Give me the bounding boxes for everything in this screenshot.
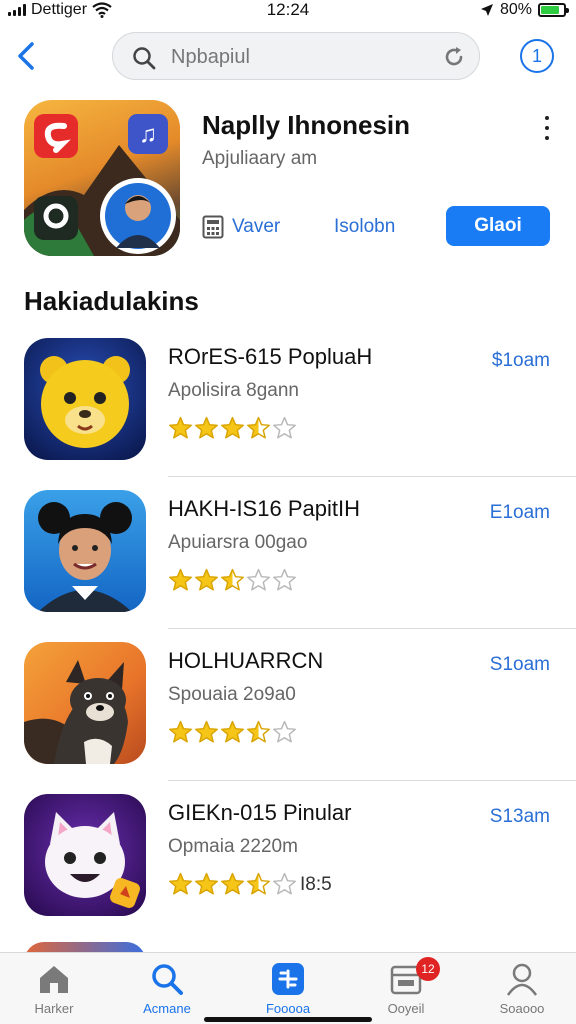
star-icon — [221, 872, 244, 895]
battery-percent: 80% — [499, 1, 532, 18]
star-icon — [195, 720, 218, 743]
star-rating — [168, 416, 297, 442]
star-icon — [273, 720, 296, 743]
star-icon — [195, 416, 218, 439]
star-icon — [195, 872, 218, 895]
search-field[interactable]: Npbapiul — [112, 32, 480, 80]
tab-updates[interactable]: 12 Ooyeil — [356, 957, 456, 1021]
reload-icon[interactable] — [441, 44, 467, 70]
featured-app-icon[interactable]: ♫ — [24, 100, 180, 256]
home-indicator — [204, 1017, 372, 1022]
app-name: GIEKn-015 Pinular — [168, 800, 352, 825]
star-icon — [169, 416, 192, 439]
app-subtitle: Apuiarsra 00gao — [168, 532, 308, 553]
app-name: HOLHUARRCN — [168, 648, 324, 673]
bear-app-artwork — [24, 338, 146, 460]
cat-app-artwork — [24, 794, 146, 916]
home-icon — [40, 966, 68, 993]
app-subtitle: Opmaia 2220m — [168, 836, 298, 857]
star-icon — [247, 568, 270, 591]
star-icon — [169, 720, 192, 743]
price-button[interactable]: S1oam — [490, 654, 550, 676]
app-row[interactable]: ROrES-615 PopluaH Apolisira 8gann $1oam — [0, 338, 576, 488]
app-subtitle: Apolisira 8gann — [168, 380, 299, 401]
profile-icon — [506, 963, 538, 996]
view-button[interactable]: Vaver — [202, 212, 280, 242]
app-name: HAKH-IS16 PapitIH — [168, 496, 360, 521]
rating-count: I8:5 — [300, 874, 332, 895]
search-input[interactable]: Npbapiul — [171, 45, 250, 69]
secondary-link[interactable]: Isolobn — [334, 212, 395, 242]
featured-app-artwork: ♫ — [24, 114, 180, 256]
featured-app-title: Naplly Ihnonesin — [202, 110, 411, 140]
star-icon — [195, 568, 218, 591]
price-button[interactable]: E1oam — [490, 502, 550, 524]
star-icon — [169, 872, 192, 895]
info-button[interactable]: 1 — [520, 39, 554, 73]
location-arrow-icon — [480, 4, 493, 16]
app-row[interactable]: HOLHUARRCN Spouaia 2o9a0 S1oam — [0, 642, 576, 792]
star-icon — [221, 720, 244, 743]
status-right: 80% — [480, 0, 569, 20]
tab-search[interactable]: Acmane — [117, 961, 217, 1021]
star-icon — [221, 568, 244, 591]
view-button-label: Vaver — [232, 216, 281, 237]
star-icon — [247, 416, 270, 439]
app-row[interactable]: GIEKn-015 Pinular Opmaia 2220m I8:5 S13a… — [0, 794, 576, 944]
tab-label: Acmane — [143, 1001, 191, 1016]
calculator-icon — [202, 215, 224, 239]
star-icon — [273, 568, 296, 591]
star-icon — [273, 416, 296, 439]
app-icon[interactable] — [24, 490, 146, 612]
row-divider — [168, 628, 576, 629]
star-icon — [221, 416, 244, 439]
tab-label: Ooyeil — [387, 1001, 425, 1016]
tab-apps[interactable]: Fooooa — [238, 961, 338, 1021]
star-icon — [247, 872, 270, 895]
row-divider — [168, 476, 576, 477]
price-button[interactable]: S13am — [490, 806, 550, 828]
battery-icon — [538, 3, 569, 17]
more-options-icon[interactable] — [542, 116, 552, 140]
star-rating — [168, 872, 297, 898]
star-icon — [169, 568, 192, 591]
app-row[interactable]: HAKH-IS16 PapitIH Apuiarsra 00gao E1oam — [0, 490, 576, 640]
portrait-app-artwork — [24, 490, 146, 612]
app-name: ROrES-615 PopluaH — [168, 344, 373, 369]
app-icon[interactable] — [24, 642, 146, 764]
tab-label: Soaooo — [499, 1001, 545, 1016]
svg-text:♫: ♫ — [139, 121, 157, 148]
star-icon — [273, 872, 296, 895]
updates-badge: 12 — [416, 957, 440, 981]
tab-bar: Harker Acmane Fooooa 12 Ooyeil Soaooo — [0, 952, 576, 1024]
battery-fill — [541, 6, 559, 14]
back-chevron-icon[interactable] — [12, 36, 42, 76]
featured-app-subtitle: Apjuliaary am — [202, 148, 318, 169]
section-title: Hakiadulakins — [24, 286, 199, 316]
featured-app: ♫ Naplly Ihnonesin Apjuliaary am Vaver I… — [0, 96, 576, 266]
apps-icon — [272, 963, 304, 995]
animal-app-artwork — [24, 642, 146, 764]
search-icon — [133, 47, 156, 70]
tab-profile[interactable]: Soaooo — [472, 961, 572, 1021]
app-icon[interactable] — [24, 338, 146, 460]
nav-bar: Npbapiul 1 — [0, 30, 576, 82]
app-icon[interactable] — [24, 794, 146, 916]
tab-label: Fooooa — [265, 1001, 311, 1016]
star-rating — [168, 720, 297, 746]
row-divider — [168, 780, 576, 781]
search-icon — [152, 964, 183, 995]
status-bar: Dettiger 12:24 80% — [0, 0, 576, 22]
tab-home[interactable]: Harker — [4, 961, 104, 1021]
app-subtitle: Spouaia 2o9a0 — [168, 684, 296, 705]
star-rating — [168, 568, 297, 594]
price-button[interactable]: $1oam — [492, 350, 550, 372]
tab-label: Harker — [34, 1001, 74, 1016]
get-button[interactable]: Glaoi — [446, 206, 550, 246]
star-icon — [247, 720, 270, 743]
